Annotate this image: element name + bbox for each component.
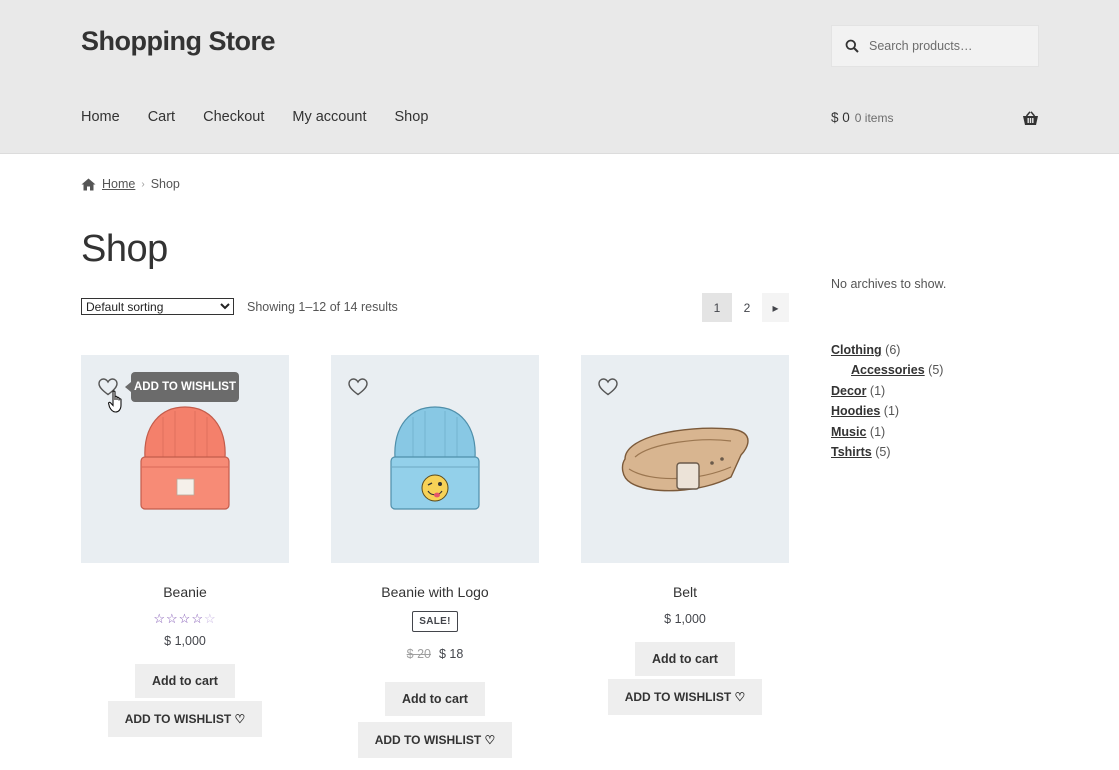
product-name[interactable]: Beanie (81, 584, 289, 602)
breadcrumb-separator: › (141, 178, 145, 190)
result-count: Showing 1–12 of 14 results (247, 300, 398, 314)
add-to-cart-button[interactable]: Add to cart (635, 642, 735, 676)
search-box[interactable] (831, 25, 1039, 67)
category-count: (1) (883, 404, 900, 419)
nav-item-shop[interactable]: Shop (395, 109, 429, 125)
add-to-cart-button[interactable]: Add to cart (385, 682, 485, 716)
category-link-tshirts[interactable]: Tshirts (831, 445, 872, 459)
pagination: 1 2 ▸ (702, 293, 789, 322)
category-count: (5) (928, 363, 944, 378)
product-price: $ 20 $ 18 (331, 647, 539, 661)
product-price: $ 1,000 (664, 612, 706, 626)
wishlist-heart-icon[interactable] (598, 378, 618, 396)
page-1-current: 1 (702, 293, 732, 322)
add-to-cart-button[interactable]: Add to cart (135, 664, 235, 698)
product-card: ADD TO WISHLIST Beanie ☆☆☆☆☆ $ 1,000 Add… (81, 355, 289, 737)
category-count: (6) (885, 343, 901, 357)
wishlist-heart-icon[interactable] (348, 378, 368, 396)
category-link-decor[interactable]: Decor (831, 384, 866, 398)
category-item: Decor (1) (831, 384, 943, 404)
category-item: Hoodies (1) (831, 404, 943, 424)
category-count: (5) (875, 444, 891, 459)
add-to-wishlist-button[interactable]: ADD TO WISHLIST ♡ (607, 679, 763, 715)
nav-item-my-account[interactable]: My account (292, 109, 366, 125)
category-count: (1) (869, 424, 886, 439)
breadcrumb: Home › Shop (81, 177, 180, 191)
page-2-link[interactable]: 2 (732, 293, 762, 322)
category-link-hoodies[interactable]: Hoodies (831, 404, 880, 418)
header-cart[interactable]: $ 0 0 items (831, 110, 893, 125)
wishlist-tooltip: ADD TO WISHLIST (125, 372, 239, 402)
archives-widget: No archives to show. (831, 277, 947, 291)
sorting-select[interactable]: Default sorting (81, 298, 234, 315)
product-card: Belt $ 1,000 Add to cart ADD TO WISHLIST… (581, 355, 789, 715)
category-count: (1) (869, 383, 886, 398)
category-link-music[interactable]: Music (831, 425, 866, 439)
cart-amount: $ 0 (831, 110, 850, 125)
basket-icon[interactable] (1022, 111, 1039, 126)
category-item: Tshirts (5) (831, 445, 943, 465)
search-input[interactable] (869, 39, 1038, 53)
breadcrumb-home-link[interactable]: Home (102, 177, 135, 191)
hand-cursor-icon (108, 390, 122, 413)
add-to-wishlist-button[interactable]: ADD TO WISHLIST ♡ (357, 722, 513, 758)
category-link-accessories[interactable]: Accessories (851, 363, 925, 377)
product-card: Beanie with Logo SALE! $ 20 $ 18 Add to c… (331, 355, 539, 758)
category-item: Accessories (5) (831, 363, 943, 383)
category-item: Clothing (6) (831, 343, 943, 363)
nav-item-cart[interactable]: Cart (148, 109, 175, 125)
old-price: $ 20 (406, 647, 431, 661)
product-image[interactable]: ADD TO WISHLIST (81, 355, 289, 563)
sale-badge: SALE! (412, 611, 458, 632)
page-title: Shop (81, 228, 168, 270)
product-image[interactable] (331, 355, 539, 563)
product-price: $ 1,000 (164, 634, 206, 648)
next-page-icon[interactable]: ▸ (762, 293, 789, 322)
home-icon (81, 178, 96, 190)
site-title[interactable]: Shopping Store (81, 26, 275, 57)
star-rating: ☆☆☆☆☆ (153, 611, 217, 626)
product-name[interactable]: Beanie with Logo (331, 584, 539, 602)
cart-item-count: 0 items (854, 111, 894, 125)
add-to-wishlist-button[interactable]: ADD TO WISHLIST ♡ (107, 701, 263, 737)
nav-item-checkout[interactable]: Checkout (203, 109, 264, 125)
product-name[interactable]: Belt (581, 584, 789, 602)
product-categories: Clothing (6) Accessories (5) Decor (1) H… (831, 343, 943, 465)
site-header: Shopping Store Home Cart Checkout My acc… (0, 0, 1119, 154)
breadcrumb-current: Shop (150, 177, 180, 191)
nav-item-home[interactable]: Home (81, 109, 120, 125)
search-icon (845, 39, 859, 53)
category-item: Music (1) (831, 425, 943, 445)
category-link-clothing[interactable]: Clothing (831, 343, 882, 357)
sale-price: $ 18 (439, 647, 464, 661)
product-image[interactable] (581, 355, 789, 563)
primary-nav: Home Cart Checkout My account Shop (81, 109, 456, 125)
